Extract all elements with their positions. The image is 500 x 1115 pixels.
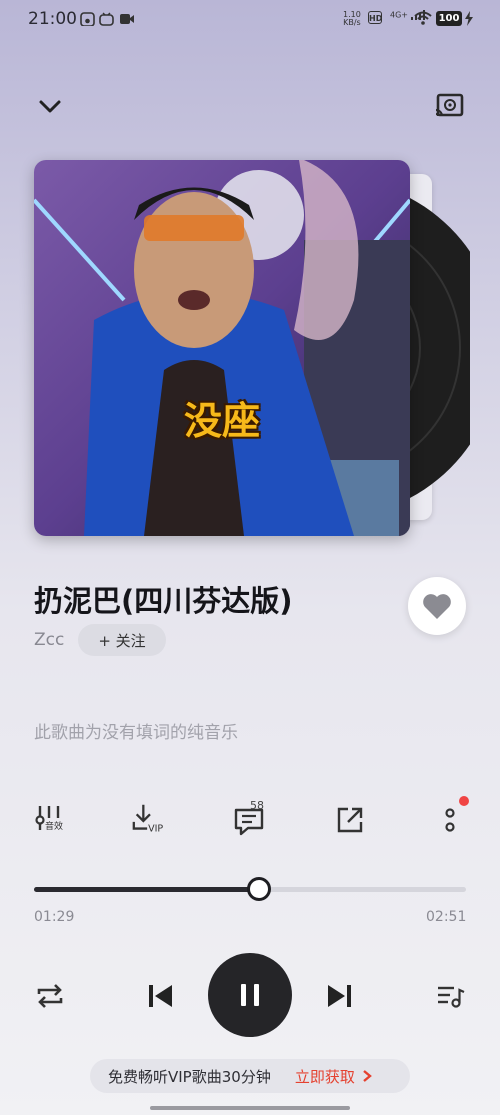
svg-text:VIP: VIP [148, 823, 163, 834]
cast-music-icon[interactable] [434, 90, 466, 122]
net-speed: 1.10 KB/s [343, 10, 361, 27]
share-icon [337, 807, 363, 833]
play-pause-button[interactable] [208, 953, 292, 1037]
artist-name[interactable]: Zcc [34, 630, 64, 650]
playlist-button[interactable] [430, 976, 470, 1016]
more-dots-icon [445, 808, 455, 832]
next-icon [328, 985, 351, 1007]
duration-time: 02:51 [426, 909, 467, 925]
album-cover-image [34, 160, 410, 536]
video-icon [120, 14, 134, 24]
heart-icon [423, 594, 451, 619]
charging-icon [465, 11, 473, 26]
hd-badge: HD [368, 11, 382, 24]
repeat-button[interactable] [30, 976, 70, 1016]
sound-effect-button[interactable]: 音效 [30, 800, 70, 840]
repeat-icon [37, 984, 63, 1008]
like-button[interactable] [408, 577, 466, 635]
notification-dot [459, 796, 469, 806]
vip-banner[interactable]: 免费畅听VIP歌曲30分钟 立即获取 [90, 1059, 410, 1093]
status-time: 21:00 [28, 9, 77, 29]
share-button[interactable] [330, 800, 370, 840]
progress-fill [34, 887, 259, 892]
pause-icon [241, 984, 259, 1006]
chevron-right-icon [363, 1070, 372, 1082]
chevron-down-icon[interactable] [36, 92, 64, 120]
cover-caption: 没座 [184, 399, 261, 443]
next-button[interactable] [320, 976, 360, 1016]
wifi-icon [414, 11, 432, 25]
progress-knob[interactable] [246, 877, 271, 901]
equalizer-icon: 音效 [35, 806, 63, 832]
album-cover[interactable] [34, 160, 410, 536]
playlist-icon [438, 986, 465, 1008]
home-indicator[interactable] [150, 1106, 350, 1110]
status-bar: 21:00 1.10 KB/s HD 4G+ 100 [0, 0, 500, 38]
more-button[interactable] [430, 800, 470, 840]
vip-cta[interactable]: 立即获取 [295, 1066, 355, 1087]
bilibili-icon [99, 12, 114, 26]
previous-icon [149, 985, 172, 1007]
follow-button[interactable]: + 关注 [78, 624, 166, 656]
lyrics-note: 此歌曲为没有填词的纯音乐 [34, 723, 238, 743]
battery-indicator: 100 [436, 11, 462, 26]
music-app-icon [80, 12, 95, 26]
download-button[interactable]: VIP [130, 800, 170, 840]
download-icon: VIP [132, 804, 163, 834]
song-title: 扔泥巴(四川芬达版) [34, 584, 293, 618]
comment-count: 58 [250, 799, 264, 812]
previous-button[interactable] [140, 976, 180, 1016]
vip-text: 免费畅听VIP歌曲30分钟 [108, 1067, 271, 1086]
current-time: 01:29 [34, 909, 75, 925]
svg-text:音效: 音效 [45, 820, 63, 832]
